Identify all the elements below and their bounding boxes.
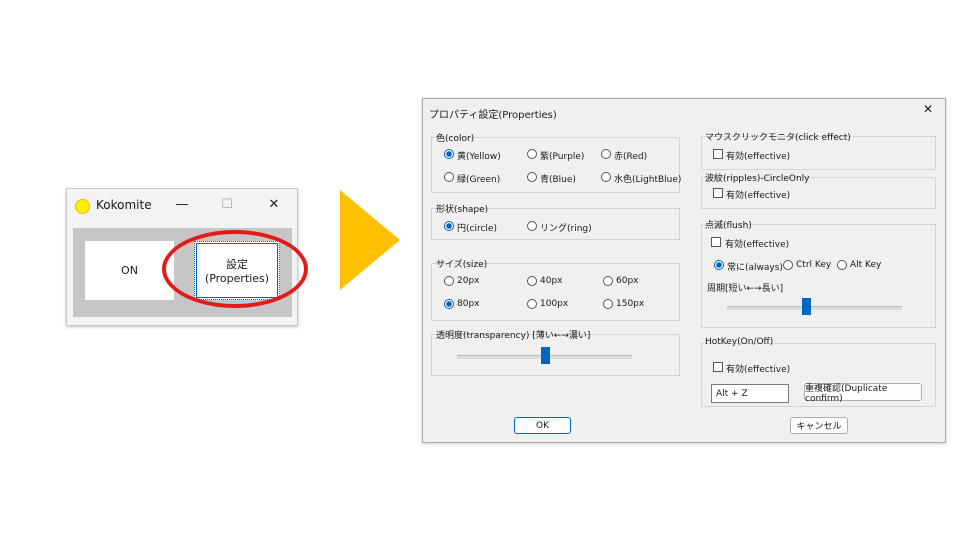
radio-20px[interactable] bbox=[444, 276, 454, 286]
radio-yellow-label: 黄(Yellow) bbox=[457, 152, 501, 162]
radio-blue[interactable] bbox=[527, 172, 537, 182]
minimize-icon[interactable]: — bbox=[171, 195, 193, 215]
cancel-button[interactable]: キャンセル bbox=[790, 417, 848, 434]
radio-ctrl-key-label: Ctrl Key bbox=[796, 260, 832, 270]
radio-alt-key-label: Alt Key bbox=[850, 260, 882, 270]
size-group-label: サイズ(size) bbox=[436, 260, 488, 270]
on-button-label: ON bbox=[121, 264, 138, 277]
period-label: 周期[短い←→長い] bbox=[707, 284, 784, 294]
close-icon[interactable]: ✕ bbox=[923, 102, 933, 116]
dialog-title: プロパティ設定(Properties) bbox=[429, 110, 557, 121]
radio-blue-label: 青(Blue) bbox=[540, 175, 576, 185]
radio-40px-label: 40px bbox=[540, 276, 563, 286]
on-button[interactable]: ON bbox=[85, 241, 174, 300]
size-group bbox=[431, 263, 680, 321]
radio-150px-label: 150px bbox=[616, 299, 645, 309]
radio-150px[interactable] bbox=[603, 299, 613, 309]
radio-ctrl-key[interactable] bbox=[783, 260, 793, 270]
hotkey-input[interactable]: Alt + Z bbox=[711, 384, 789, 403]
radio-always-label: 常に(always) bbox=[727, 263, 783, 273]
flush-group-label: 点滅(flush) bbox=[705, 221, 752, 231]
ok-button[interactable]: OK bbox=[514, 417, 571, 434]
radio-circle[interactable] bbox=[444, 221, 454, 231]
hotkey-checkbox[interactable] bbox=[713, 362, 723, 372]
radio-circle-label: 円(circle) bbox=[457, 224, 497, 234]
hotkey-group-label: HotKey(On/Off) bbox=[705, 337, 774, 347]
click-effect-checkbox[interactable] bbox=[713, 149, 723, 159]
radio-20px-label: 20px bbox=[457, 276, 480, 286]
radio-red-label: 赤(Red) bbox=[614, 152, 648, 162]
ripples-checkbox[interactable] bbox=[713, 188, 723, 198]
close-icon[interactable]: ✕ bbox=[263, 195, 285, 215]
yellow-circle-icon bbox=[75, 199, 90, 214]
radio-100px-label: 100px bbox=[540, 299, 569, 309]
radio-60px-label: 60px bbox=[616, 276, 639, 286]
radio-alt-key[interactable] bbox=[837, 260, 847, 270]
period-track[interactable] bbox=[727, 306, 902, 310]
click-effect-checkbox-label: 有効(effective) bbox=[726, 152, 791, 162]
click-effect-group-label: マウスクリックモニタ(click effect) bbox=[705, 133, 851, 143]
radio-40px[interactable] bbox=[527, 276, 537, 286]
color-group-label: 色(color) bbox=[436, 134, 475, 144]
radio-green-label: 緑(Green) bbox=[457, 175, 501, 185]
transparency-group-label: 透明度(transparency) [薄い←→濃い] bbox=[436, 331, 591, 341]
duplicate-confirm-button[interactable]: 重複確認(Duplicate confirm) bbox=[804, 383, 922, 404]
hotkey-checkbox-label: 有効(effective) bbox=[726, 365, 791, 375]
radio-lightblue[interactable] bbox=[601, 172, 611, 182]
radio-purple-label: 紫(Purple) bbox=[540, 152, 585, 162]
right-arrow-icon bbox=[340, 190, 400, 290]
radio-always[interactable] bbox=[714, 260, 724, 270]
ripples-group-label: 波紋(ripples)-CircleOnly bbox=[705, 174, 810, 184]
radio-100px[interactable] bbox=[527, 299, 537, 309]
radio-80px[interactable] bbox=[444, 299, 454, 309]
ripples-checkbox-label: 有効(effective) bbox=[726, 191, 791, 201]
flush-checkbox[interactable] bbox=[711, 237, 721, 247]
period-slider-thumb[interactable] bbox=[801, 298, 811, 315]
radio-60px[interactable] bbox=[603, 276, 613, 286]
radio-lightblue-label: 水色(LightBlue) bbox=[614, 175, 682, 185]
highlight-ellipse bbox=[162, 230, 308, 308]
transparency-slider-thumb[interactable] bbox=[540, 347, 550, 364]
properties-dialog: プロパティ設定(Properties) ✕ 色(color) 黄(Yellow)… bbox=[422, 98, 946, 443]
maximize-icon[interactable]: ☐ bbox=[216, 195, 238, 215]
radio-green[interactable] bbox=[444, 172, 454, 182]
radio-ring-label: リング(ring) bbox=[540, 224, 592, 234]
window-title: Kokomite bbox=[96, 198, 152, 212]
radio-purple[interactable] bbox=[527, 149, 537, 159]
radio-red[interactable] bbox=[601, 149, 611, 159]
radio-yellow[interactable] bbox=[444, 149, 454, 159]
radio-ring[interactable] bbox=[527, 221, 537, 231]
shape-group-label: 形状(shape) bbox=[436, 205, 489, 215]
flush-checkbox-label: 有効(effective) bbox=[725, 240, 790, 250]
radio-80px-label: 80px bbox=[457, 299, 480, 309]
